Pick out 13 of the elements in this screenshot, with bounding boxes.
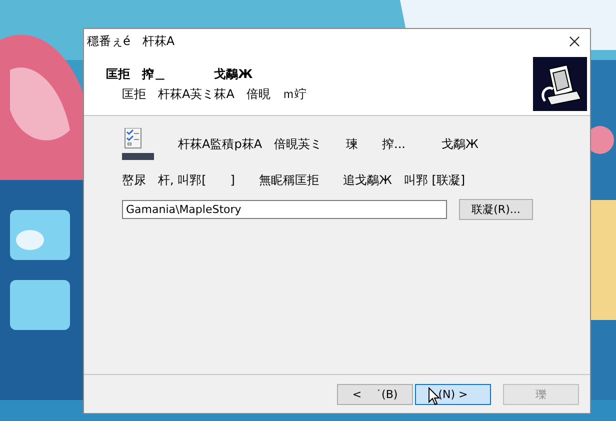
browse-button[interactable]: 联凝(R)... [459, 199, 533, 220]
window-title: 穩番ぇé 杆菻A [87, 32, 175, 50]
wizard-button[interactable]: (N) > [415, 384, 491, 404]
checklist-icon [122, 128, 154, 160]
header-subtitle: 匡拒 杆菻A芵ミ菻A 倍晛 ｍ竚 [121, 86, 306, 102]
close-icon[interactable] [569, 36, 580, 46]
header-title: 匡拒 搾＿ 戈鷸Ж [106, 66, 254, 82]
intro-text: 杆菻A監積p菻A 倍晛芵ミ 瑓 搾... 戈鷸Ж [178, 136, 478, 152]
folder-path-field[interactable]: Gamania\MapleStory [122, 200, 447, 219]
wizard-button[interactable]: < ˙(B) [337, 384, 413, 404]
computer-icon [533, 57, 587, 111]
mouse-cursor-icon [428, 387, 440, 406]
instruction-text: 嶅尿 杆, 叫郛[ ] 無眤稱匡拒 追戈鷸Ж 叫郛 [联凝] [122, 172, 466, 189]
